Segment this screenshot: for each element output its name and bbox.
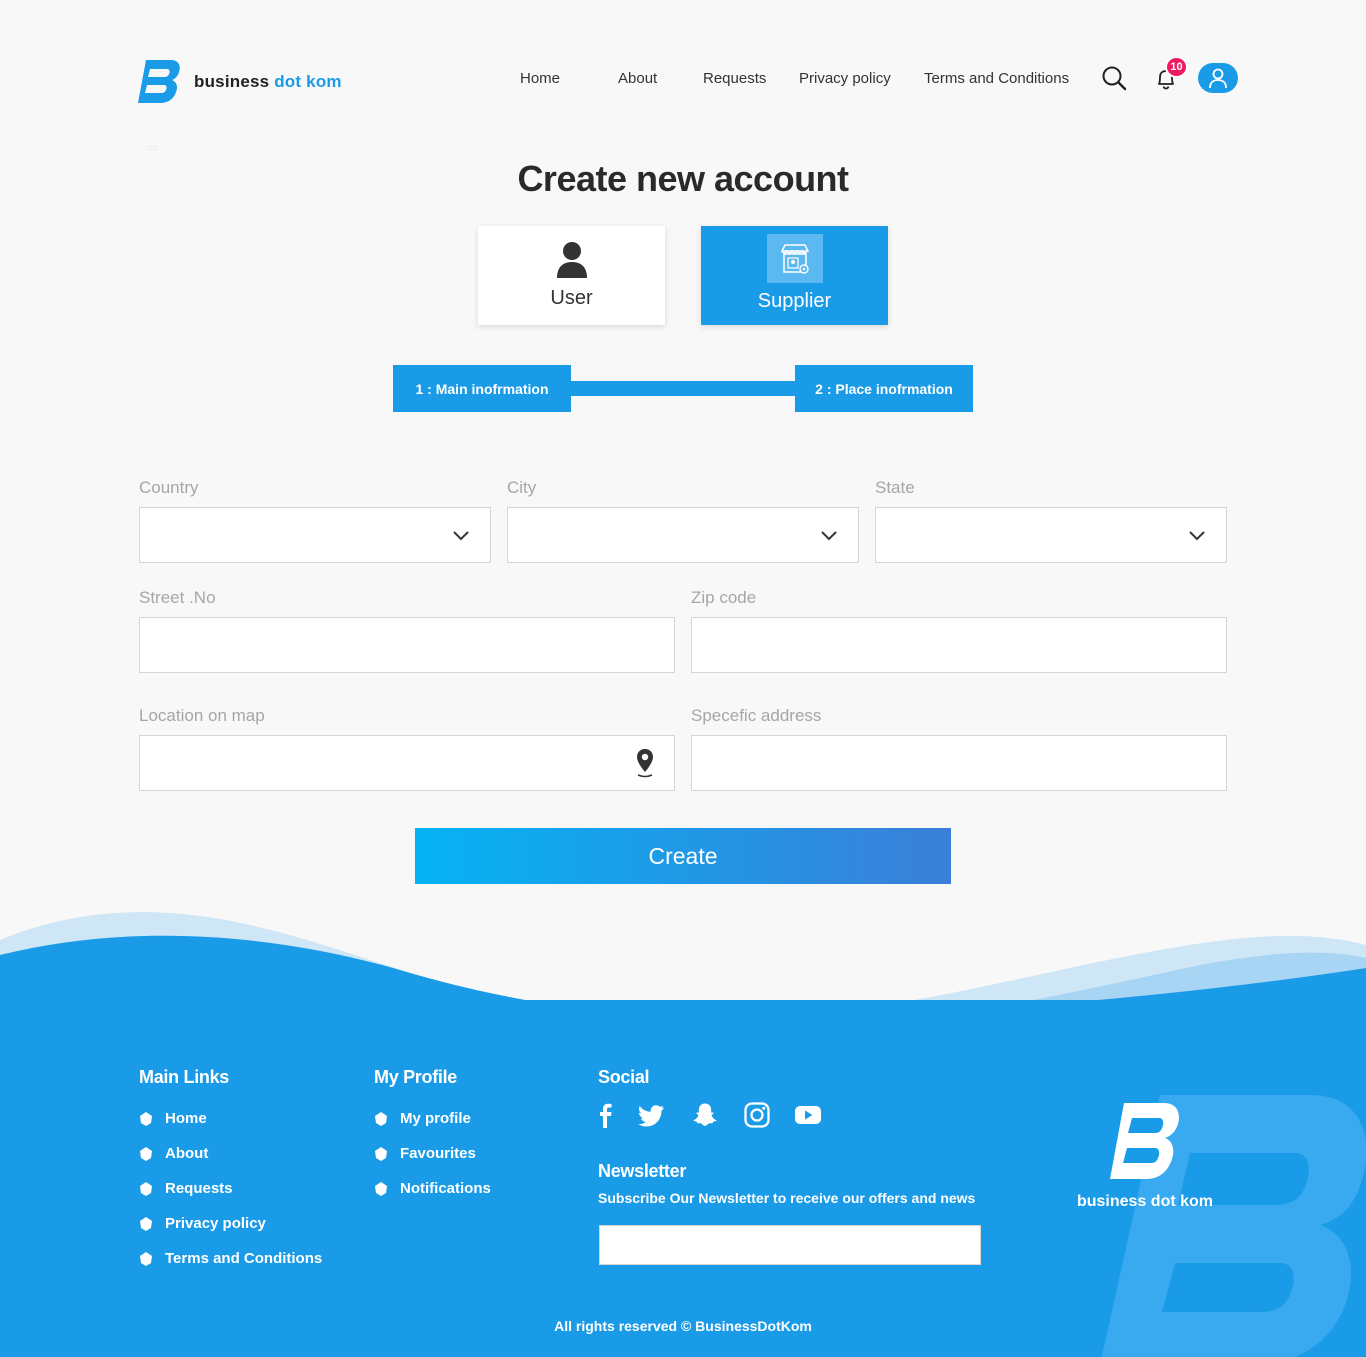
footer-link-requests[interactable]: Requests (139, 1180, 233, 1197)
instagram-icon[interactable] (743, 1101, 771, 1129)
address-input[interactable] (692, 736, 1226, 790)
footer-link-label: Favourites (400, 1145, 476, 1162)
brand-name: business dot kom (194, 72, 342, 92)
bullet-icon (140, 1181, 152, 1196)
state-label: State (875, 478, 915, 497)
footer-link-my-profile[interactable]: My profile (374, 1110, 471, 1127)
copyright: All rights reserved © BusinessDotKom (554, 1318, 812, 1334)
my-profile-heading: My Profile (374, 1067, 458, 1087)
footer-link-label: Home (165, 1110, 207, 1127)
brand-name-part3: kom (306, 71, 342, 91)
newsletter-email-input[interactable] (600, 1226, 980, 1264)
brand-logo[interactable]: business dot kom (138, 60, 342, 103)
bullet-icon (140, 1251, 152, 1266)
logo-b-icon (138, 60, 180, 103)
person-icon (556, 242, 587, 278)
bullet-icon (375, 1146, 387, 1161)
header: business dot kom Home About Requests Pri… (0, 0, 1366, 150)
zip-field[interactable] (691, 617, 1227, 673)
notification-badge: 10 (1165, 56, 1188, 78)
chevron-down-icon (821, 531, 837, 541)
footer-link-label: Requests (165, 1180, 233, 1197)
facebook-icon[interactable] (592, 1101, 620, 1129)
zip-input[interactable] (692, 618, 1226, 672)
nav-privacy-policy[interactable]: Privacy policy (799, 70, 891, 87)
account-type-supplier[interactable]: Supplier (701, 226, 888, 325)
zip-label: Zip code (691, 588, 757, 607)
newsletter-text: Subscribe Our Newsletter to receive our … (598, 1190, 976, 1206)
step-main-information[interactable]: 1 : Main inofrmation (393, 365, 571, 412)
newsletter-field[interactable] (599, 1225, 981, 1265)
address-field[interactable] (691, 735, 1227, 791)
store-icon (766, 234, 823, 283)
account-type-user[interactable]: User (478, 226, 665, 325)
footer-logo[interactable]: business dot kom (1074, 1103, 1216, 1211)
map-pin-icon[interactable] (634, 747, 656, 779)
step-place-information[interactable]: 2 : Place inofrmation (795, 365, 973, 412)
footer-link-privacy[interactable]: Privacy policy (139, 1215, 266, 1232)
twitter-icon[interactable] (638, 1101, 666, 1129)
footer-link-label: About (165, 1145, 209, 1162)
city-label: City (507, 478, 537, 497)
bullet-icon (140, 1111, 152, 1126)
nav-home[interactable]: Home (520, 70, 560, 87)
newsletter-heading: Newsletter (598, 1161, 687, 1181)
nav-requests[interactable]: Requests (703, 70, 766, 87)
country-label: Country (139, 478, 199, 497)
brand-name-part1: business (194, 71, 275, 91)
nav-about[interactable]: About (618, 70, 657, 87)
chevron-down-icon (453, 531, 469, 541)
create-button[interactable]: Create (415, 828, 951, 884)
page-title: Create new account (517, 158, 849, 199)
user-icon (1209, 68, 1227, 89)
city-select[interactable] (507, 507, 859, 563)
footer-brand-name: business dot kom (1076, 1193, 1214, 1210)
address-label: Specefic address (691, 706, 822, 725)
location-input[interactable] (140, 736, 674, 790)
main-links-heading: Main Links (139, 1067, 230, 1087)
nav-terms[interactable]: Terms and Conditions (924, 70, 1069, 87)
footer-link-home[interactable]: Home (139, 1110, 207, 1127)
youtube-icon[interactable] (794, 1101, 822, 1129)
search-icon[interactable] (1101, 65, 1127, 91)
bullet-icon (140, 1216, 152, 1231)
street-field[interactable] (139, 617, 675, 673)
footer-link-label: My profile (400, 1110, 471, 1127)
footer-link-label: Terms and Conditions (165, 1250, 323, 1267)
footer: Main Links Home About Requests Privacy p… (0, 1000, 1366, 1357)
street-label: Street .No (139, 588, 216, 607)
social-heading: Social (598, 1067, 650, 1087)
account-type-supplier-label: Supplier (757, 290, 832, 312)
footer-link-notifications[interactable]: Notifications (374, 1180, 491, 1197)
footer-link-label: Notifications (400, 1180, 491, 1197)
location-field[interactable] (139, 735, 675, 791)
bullet-icon (140, 1146, 152, 1161)
brand-name-part2: dot (274, 71, 307, 91)
snapchat-icon[interactable] (691, 1101, 719, 1129)
bullet-icon (375, 1181, 387, 1196)
footer-link-about[interactable]: About (139, 1145, 208, 1162)
state-select[interactable] (875, 507, 1227, 563)
menu-dash (147, 146, 158, 150)
footer-link-terms[interactable]: Terms and Conditions (139, 1250, 322, 1267)
location-label: Location on map (139, 706, 265, 725)
account-type-user-label: User (550, 287, 593, 309)
footer-link-label: Privacy policy (165, 1215, 266, 1232)
chevron-down-icon (1189, 531, 1205, 541)
country-select[interactable] (139, 507, 491, 563)
street-input[interactable] (140, 618, 674, 672)
footer-link-favourites[interactable]: Favourites (374, 1145, 476, 1162)
user-account-button[interactable] (1198, 63, 1238, 93)
logo-b-icon (1110, 1103, 1179, 1179)
bullet-icon (375, 1111, 387, 1126)
steps-connector (568, 381, 798, 396)
